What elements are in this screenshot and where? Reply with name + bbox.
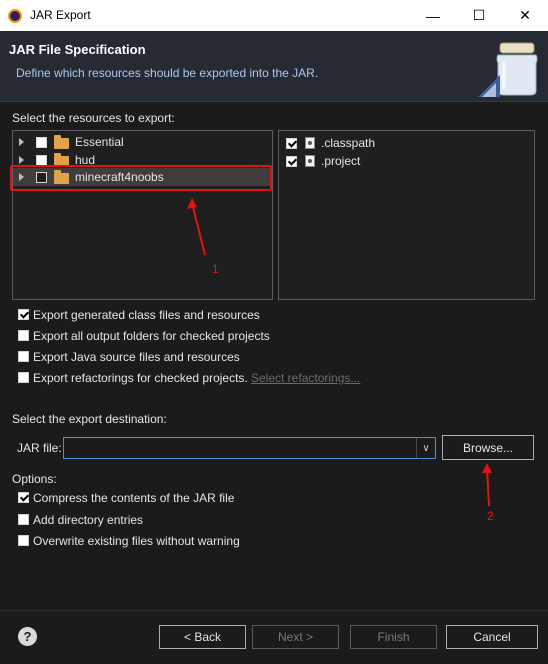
title-bar: JAR Export — ☐ ✕ bbox=[0, 0, 548, 31]
file-icon bbox=[305, 155, 315, 167]
folder-icon bbox=[54, 135, 69, 149]
page-title: JAR File Specification bbox=[9, 42, 146, 57]
destination-label: Select the export destination: bbox=[12, 412, 167, 426]
options-label: Options: bbox=[12, 472, 57, 486]
list-item-project[interactable]: .project bbox=[279, 152, 534, 170]
annotation-number-1: 1 bbox=[212, 262, 219, 276]
checkbox[interactable] bbox=[18, 309, 29, 320]
help-icon[interactable]: ? bbox=[18, 627, 37, 646]
checkbox[interactable] bbox=[36, 137, 47, 148]
annotation-number-2: 2 bbox=[487, 509, 494, 523]
maximize-icon[interactable]: ☐ bbox=[456, 0, 502, 31]
finish-button[interactable]: Finish bbox=[350, 625, 437, 649]
files-list[interactable]: .classpath .project bbox=[278, 130, 535, 300]
file-icon bbox=[305, 137, 315, 149]
checkbox[interactable] bbox=[18, 514, 29, 525]
project-name: Essential bbox=[75, 135, 124, 149]
close-icon[interactable]: ✕ bbox=[502, 0, 548, 31]
select-refactorings-link[interactable]: Select refactorings... bbox=[251, 371, 360, 385]
expand-icon[interactable] bbox=[19, 156, 24, 164]
projects-tree[interactable]: Essential hud minecraft4noobs bbox=[12, 130, 273, 300]
checkbox[interactable] bbox=[286, 156, 297, 167]
option-label: Export refactorings for checked projects… bbox=[33, 371, 248, 385]
checkbox[interactable] bbox=[18, 492, 29, 503]
option-label: Compress the contents of the JAR file bbox=[33, 491, 235, 505]
jar-icon bbox=[478, 42, 538, 97]
file-name: .classpath bbox=[321, 136, 376, 150]
page-description: Define which resources should be exporte… bbox=[16, 66, 319, 80]
annotation-arrow-2 bbox=[482, 463, 492, 507]
option-label: Export Java source files and resources bbox=[33, 350, 240, 364]
minimize-icon[interactable]: — bbox=[410, 0, 456, 31]
option-label: Add directory entries bbox=[33, 513, 144, 527]
annotation-arrow-1 bbox=[187, 198, 206, 256]
resources-label: Select the resources to export: bbox=[12, 111, 175, 125]
next-button[interactable]: Next > bbox=[252, 625, 339, 649]
wizard-header: JAR File Specification Define which reso… bbox=[0, 31, 548, 101]
option-label: Overwrite existing files without warning bbox=[33, 534, 240, 548]
option-label: Export generated class files and resourc… bbox=[33, 308, 260, 322]
checkbox[interactable] bbox=[286, 138, 297, 149]
jar-file-label: JAR file: bbox=[17, 441, 62, 455]
back-button[interactable]: < Back bbox=[159, 625, 246, 649]
header-separator bbox=[0, 101, 548, 102]
checkbox[interactable] bbox=[18, 351, 29, 362]
checkbox[interactable] bbox=[18, 535, 29, 546]
browse-button[interactable]: Browse... bbox=[442, 435, 534, 460]
jar-file-combo[interactable]: ∨ bbox=[63, 437, 436, 459]
checkbox[interactable] bbox=[18, 330, 29, 341]
eclipse-icon bbox=[8, 9, 22, 23]
checkbox[interactable] bbox=[18, 372, 29, 383]
annotation-highlight-box bbox=[10, 165, 272, 191]
list-item-classpath[interactable]: .classpath bbox=[279, 134, 534, 152]
chevron-down-icon[interactable]: ∨ bbox=[416, 438, 435, 458]
option-label: Export all output folders for checked pr… bbox=[33, 329, 270, 343]
cancel-button[interactable]: Cancel bbox=[446, 625, 538, 649]
window-title: JAR Export bbox=[30, 8, 91, 22]
tree-item-essential[interactable]: Essential bbox=[13, 133, 272, 151]
expand-icon[interactable] bbox=[19, 138, 24, 146]
file-name: .project bbox=[321, 154, 361, 168]
footer-separator bbox=[0, 610, 548, 611]
